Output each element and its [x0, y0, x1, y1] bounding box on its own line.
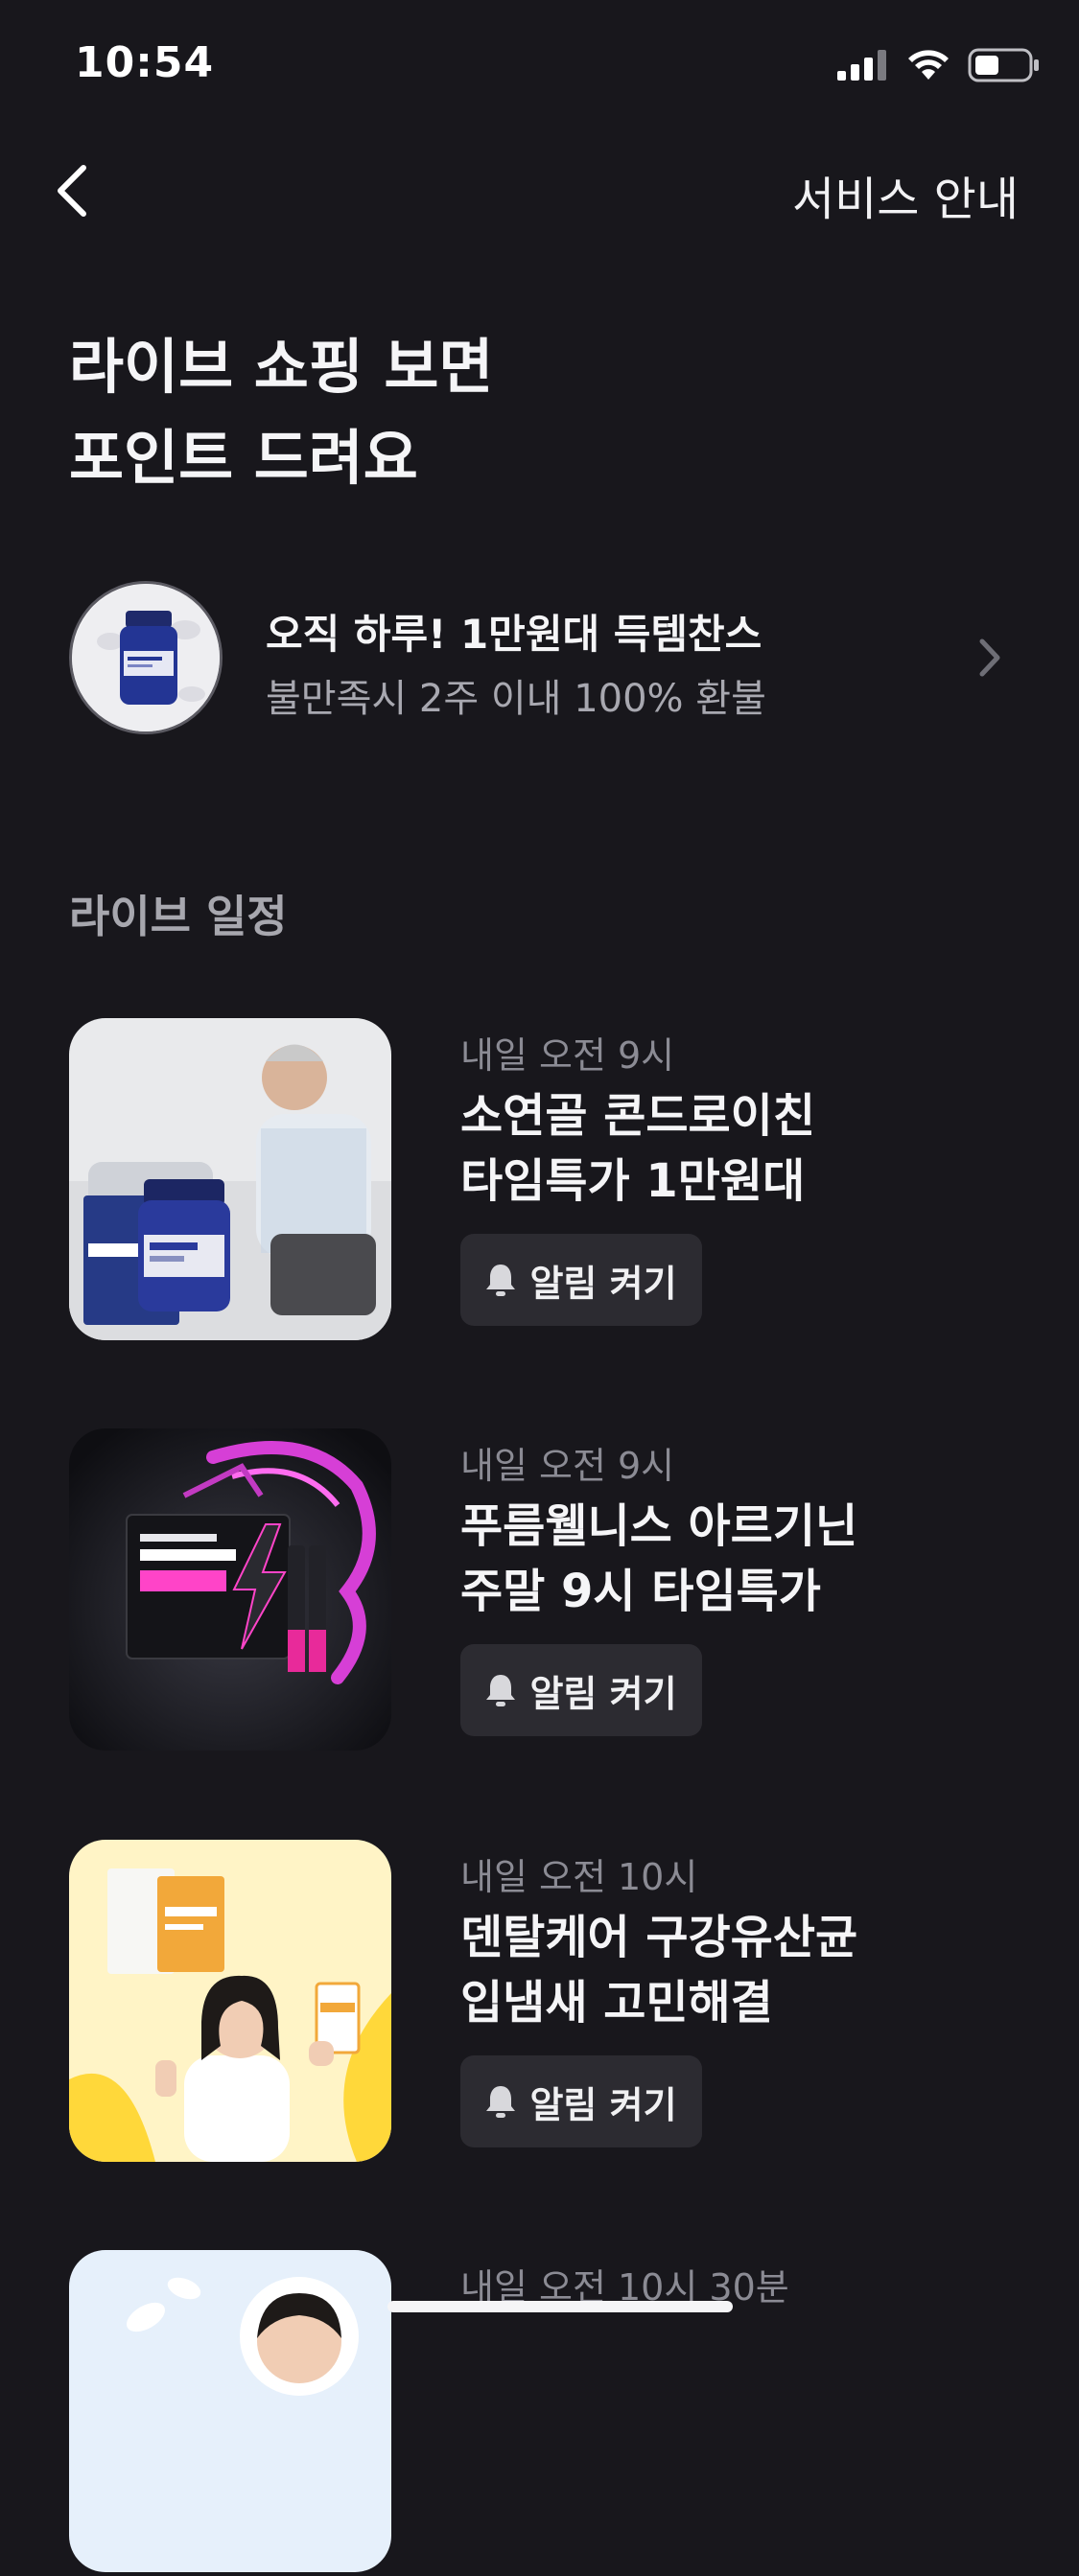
status-bar: 10:54: [0, 0, 1079, 134]
cellular-signal-icon: [837, 50, 886, 81]
live-title-line-1: 소연골 콘드로이친: [460, 1089, 815, 1143]
status-icons: [837, 48, 1041, 82]
nav-bar: 서비스 안내: [0, 144, 1079, 240]
live-thumbnail: [69, 1428, 391, 1751]
live-time: 내일 오전 10시: [460, 1856, 698, 1898]
promo-title: 오직 하루! 1만원대 득템찬스: [266, 611, 762, 658]
live-title: 소연골 콘드로이친 타임특가 1만원대: [460, 1083, 815, 1214]
home-indicator[interactable]: [387, 2301, 733, 2312]
status-time: 10:54: [75, 38, 215, 87]
back-button[interactable]: [38, 157, 106, 224]
live-thumbnail: [69, 2250, 391, 2572]
bell-icon: [486, 2086, 516, 2118]
service-guide-link[interactable]: 서비스 안내: [792, 161, 1019, 228]
live-item[interactable]: 내일 오전 9시 푸름웰니스 아르기닌 주말 9시 타임특가 알림 켜기: [69, 1428, 1019, 1754]
promo-banner[interactable]: 오직 하루! 1만원대 득템찬스 불만족시 2주 이내 100% 환불: [69, 581, 1009, 739]
bell-icon: [486, 1675, 516, 1706]
alarm-on-button[interactable]: 알림 켜기: [460, 1234, 702, 1326]
live-title-line-2: 주말 9시 타임특가: [460, 1565, 821, 1618]
live-title-line-2: 입냄새 고민해결: [460, 1976, 773, 2030]
page-title: 라이브 쇼핑 보면 포인트 드려요: [69, 321, 493, 503]
battery-icon: [968, 48, 1039, 82]
chevron-right-icon: [971, 634, 1009, 682]
promo-subtitle: 불만족시 2주 이내 100% 환불: [266, 677, 766, 721]
live-title-line-1: 푸름웰니스 아르기닌: [460, 1499, 858, 1553]
live-thumbnail: [69, 1840, 391, 2162]
live-time: 내일 오전 9시: [460, 1034, 675, 1077]
alarm-on-label: 알림 켜기: [529, 1262, 677, 1305]
chevron-left-icon: [58, 165, 86, 217]
live-title: 덴탈케어 구강유산균 입냄새 고민해결: [460, 1905, 857, 2035]
live-item[interactable]: 내일 오전 9시 소연골 콘드로이친 타임특가 1만원대 알림 켜기: [69, 1018, 1019, 1344]
alarm-on-label: 알림 켜기: [529, 1672, 677, 1715]
section-title-live-schedule: 라이브 일정: [69, 891, 288, 942]
live-item[interactable]: 내일 오전 10시 덴탈케어 구강유산균 입냄새 고민해결 알림 켜기: [69, 1840, 1019, 2166]
page-title-line-1: 라이브 쇼핑 보면: [69, 332, 494, 402]
page-title-line-2: 포인트 드려요: [69, 423, 418, 493]
wifi-icon: [908, 50, 949, 80]
bell-icon: [486, 1265, 516, 1296]
live-time: 내일 오전 9시: [460, 1445, 675, 1487]
alarm-on-label: 알림 켜기: [529, 2083, 677, 2126]
alarm-on-button[interactable]: 알림 켜기: [460, 2055, 702, 2147]
live-item[interactable]: 내일 오전 10시 30분: [69, 2250, 1019, 2576]
promo-product-image: [69, 581, 223, 734]
live-title: 푸름웰니스 아르기닌 주말 9시 타임특가: [460, 1494, 857, 1624]
live-title-line-1: 덴탈케어 구강유산균: [460, 1911, 858, 1964]
live-thumbnail: [69, 1018, 391, 1340]
alarm-on-button[interactable]: 알림 켜기: [460, 1644, 702, 1736]
live-title-line-2: 타임특가 1만원대: [460, 1154, 806, 1208]
